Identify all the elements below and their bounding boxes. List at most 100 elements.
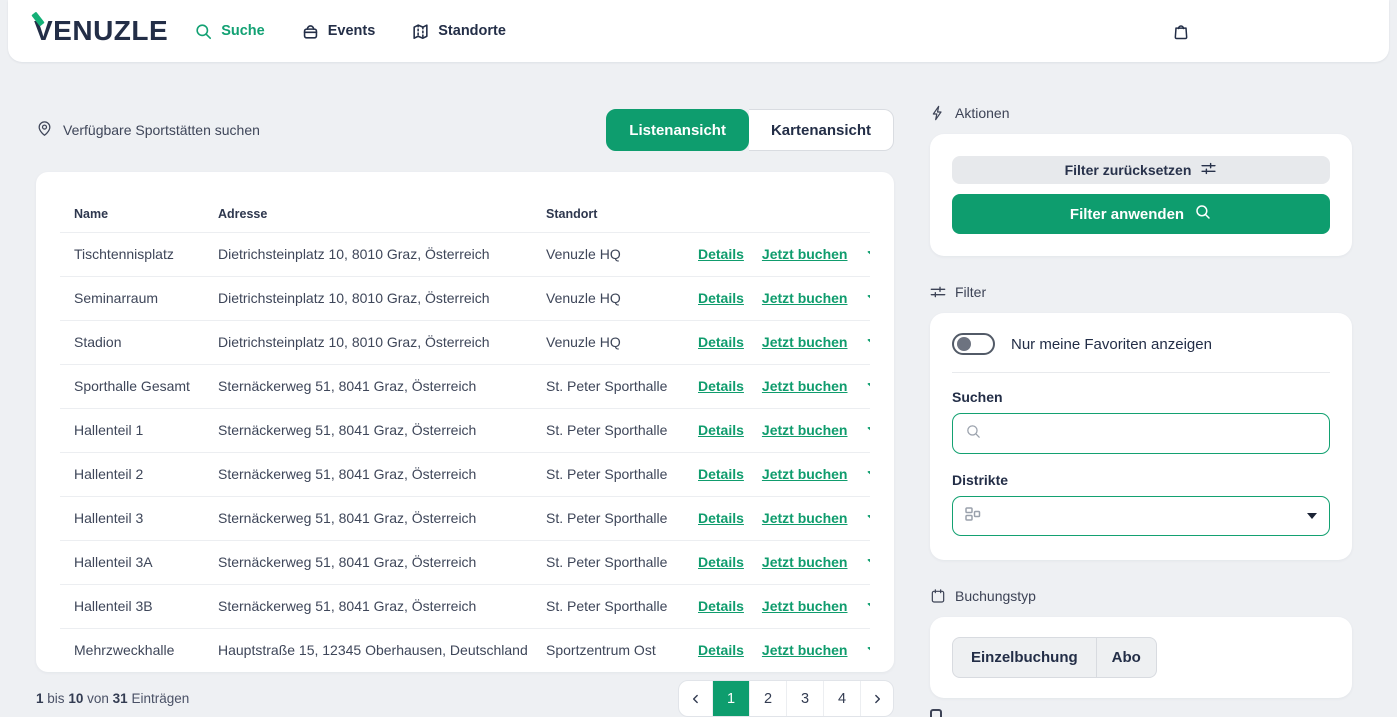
- next-page-button[interactable]: [860, 681, 893, 716]
- facility-address: Sternäckerweg 51, 8041 Graz, Österreich: [204, 540, 532, 584]
- facility-name: Hallenteil 3A: [60, 540, 204, 584]
- row-actions: Details Jetzt buchen: [684, 364, 870, 408]
- details-link[interactable]: Details: [698, 422, 744, 438]
- map-view-button[interactable]: Kartenansicht: [749, 109, 894, 151]
- map-icon: [411, 22, 430, 41]
- results-header-row: Verfügbare Sportstätten suchen Listenans…: [36, 105, 894, 155]
- table-row: SeminarraumDietrichsteinplatz 10, 8010 G…: [60, 276, 870, 320]
- favorite-star-icon[interactable]: [866, 552, 871, 572]
- book-now-link[interactable]: Jetzt buchen: [762, 466, 848, 482]
- facility-address: Sternäckerweg 51, 8041 Graz, Österreich: [204, 408, 532, 452]
- facility-name: Hallenteil 3: [60, 496, 204, 540]
- filter-sidebar: Aktionen Filter zurücksetzen Filter anwe…: [930, 105, 1352, 698]
- calendar-icon: [930, 588, 946, 604]
- filter-title: Filter: [955, 284, 986, 300]
- table-row: Hallenteil 3Sternäckerweg 51, 8041 Graz,…: [60, 496, 870, 540]
- row-actions: Details Jetzt buchen: [684, 452, 870, 496]
- details-link[interactable]: Details: [698, 290, 744, 306]
- table-header-row: Name Adresse Standort: [60, 196, 870, 232]
- favorite-star-icon[interactable]: [866, 596, 871, 616]
- facility-address: Dietrichsteinplatz 10, 8010 Graz, Österr…: [204, 232, 532, 276]
- facility-name: Seminarraum: [60, 276, 204, 320]
- main-nav: Suche Events Standorte: [194, 22, 506, 41]
- results-column: Verfügbare Sportstätten suchen Listenans…: [36, 105, 894, 717]
- table-row: Hallenteil 3ASternäckerweg 51, 8041 Graz…: [60, 540, 870, 584]
- row-actions: Details Jetzt buchen: [684, 276, 870, 320]
- book-now-link[interactable]: Jetzt buchen: [762, 598, 848, 614]
- row-actions: Details Jetzt buchen: [684, 540, 870, 584]
- details-link[interactable]: Details: [698, 510, 744, 526]
- facility-name: Stadion: [60, 320, 204, 364]
- details-link[interactable]: Details: [698, 334, 744, 350]
- details-link[interactable]: Details: [698, 378, 744, 394]
- filter-apply-button[interactable]: Filter anwenden: [952, 194, 1330, 234]
- districts-dropdown[interactable]: [952, 496, 1330, 536]
- book-now-link[interactable]: Jetzt buchen: [762, 642, 848, 658]
- favorite-star-icon[interactable]: [866, 420, 871, 440]
- book-now-link[interactable]: Jetzt buchen: [762, 290, 848, 306]
- events-bag-icon: [301, 22, 320, 41]
- venuzle-logo[interactable]: VENUZLE: [34, 15, 168, 47]
- details-link[interactable]: Details: [698, 598, 744, 614]
- table-row: Hallenteil 1Sternäckerweg 51, 8041 Graz,…: [60, 408, 870, 452]
- details-link[interactable]: Details: [698, 246, 744, 262]
- nav-label: Events: [328, 23, 376, 39]
- details-link[interactable]: Details: [698, 466, 744, 482]
- book-now-link[interactable]: Jetzt buchen: [762, 246, 848, 262]
- row-actions: Details Jetzt buchen: [684, 496, 870, 540]
- pagination-row: 1 bis 10 von 31 Einträgen 1 2 3 4: [36, 680, 894, 717]
- favorite-star-icon[interactable]: [866, 332, 871, 352]
- favorites-toggle[interactable]: [952, 333, 995, 355]
- nav-item-events[interactable]: Events: [301, 22, 376, 41]
- favorite-star-icon[interactable]: [866, 464, 871, 484]
- search-icon: [965, 423, 982, 445]
- facility-location: St. Peter Sporthalle: [532, 540, 684, 584]
- list-view-button[interactable]: Listenansicht: [606, 109, 749, 151]
- summary-from: 1: [36, 691, 44, 706]
- details-link[interactable]: Details: [698, 642, 744, 658]
- facilities-table: Name Adresse Standort TischtennisplatzDi…: [60, 196, 870, 672]
- search-icon: [194, 22, 213, 41]
- favorite-star-icon[interactable]: [866, 244, 871, 264]
- favorite-star-icon[interactable]: [866, 288, 871, 308]
- facility-address: Hauptstraße 15, 12345 Oberhausen, Deutsc…: [204, 628, 532, 672]
- prev-page-button[interactable]: [679, 681, 712, 716]
- row-actions: Details Jetzt buchen: [684, 320, 870, 364]
- abo-button[interactable]: Abo: [1097, 637, 1157, 678]
- table-row: Hallenteil 3BSternäckerweg 51, 8041 Graz…: [60, 584, 870, 628]
- page-title: Verfügbare Sportstätten suchen: [36, 120, 260, 140]
- actions-title: Aktionen: [955, 105, 1009, 121]
- favorite-star-icon[interactable]: [866, 640, 871, 660]
- facility-address: Sternäckerweg 51, 8041 Graz, Österreich: [204, 496, 532, 540]
- grid-category-icon: [965, 507, 981, 526]
- sliders-icon: [930, 284, 946, 300]
- filter-section: Filter Nur meine Favoriten anzeigen Such…: [930, 284, 1352, 560]
- book-now-link[interactable]: Jetzt buchen: [762, 554, 848, 570]
- page-button-4[interactable]: 4: [823, 681, 860, 716]
- facility-location: Venuzle HQ: [532, 276, 684, 320]
- row-actions: Details Jetzt buchen: [684, 232, 870, 276]
- single-booking-button[interactable]: Einzelbuchung: [952, 637, 1097, 678]
- details-link[interactable]: Details: [698, 554, 744, 570]
- book-now-link[interactable]: Jetzt buchen: [762, 378, 848, 394]
- nav-item-standorte[interactable]: Standorte: [411, 22, 506, 41]
- page-button-3[interactable]: 3: [786, 681, 823, 716]
- search-input[interactable]: [990, 426, 1317, 442]
- book-now-link[interactable]: Jetzt buchen: [762, 510, 848, 526]
- facility-location: St. Peter Sporthalle: [532, 364, 684, 408]
- favorite-star-icon[interactable]: [866, 508, 871, 528]
- actions-card: Filter zurücksetzen Filter anwenden: [930, 134, 1352, 256]
- shopping-bag-icon[interactable]: [1171, 21, 1191, 41]
- page-button-1[interactable]: 1: [712, 681, 749, 716]
- location-pin-icon: [36, 120, 53, 140]
- nav-item-suche[interactable]: Suche: [194, 22, 265, 41]
- table-row: MehrzweckhalleHauptstraße 15, 12345 Ober…: [60, 628, 870, 672]
- booking-title: Buchungstyp: [955, 588, 1036, 604]
- book-now-link[interactable]: Jetzt buchen: [762, 334, 848, 350]
- lightning-bolt-icon: [930, 105, 946, 121]
- filter-reset-button[interactable]: Filter zurücksetzen: [952, 156, 1330, 184]
- favorite-star-icon[interactable]: [866, 376, 871, 396]
- page-button-2[interactable]: 2: [749, 681, 786, 716]
- logo-text: VENUZLE: [34, 15, 168, 46]
- book-now-link[interactable]: Jetzt buchen: [762, 422, 848, 438]
